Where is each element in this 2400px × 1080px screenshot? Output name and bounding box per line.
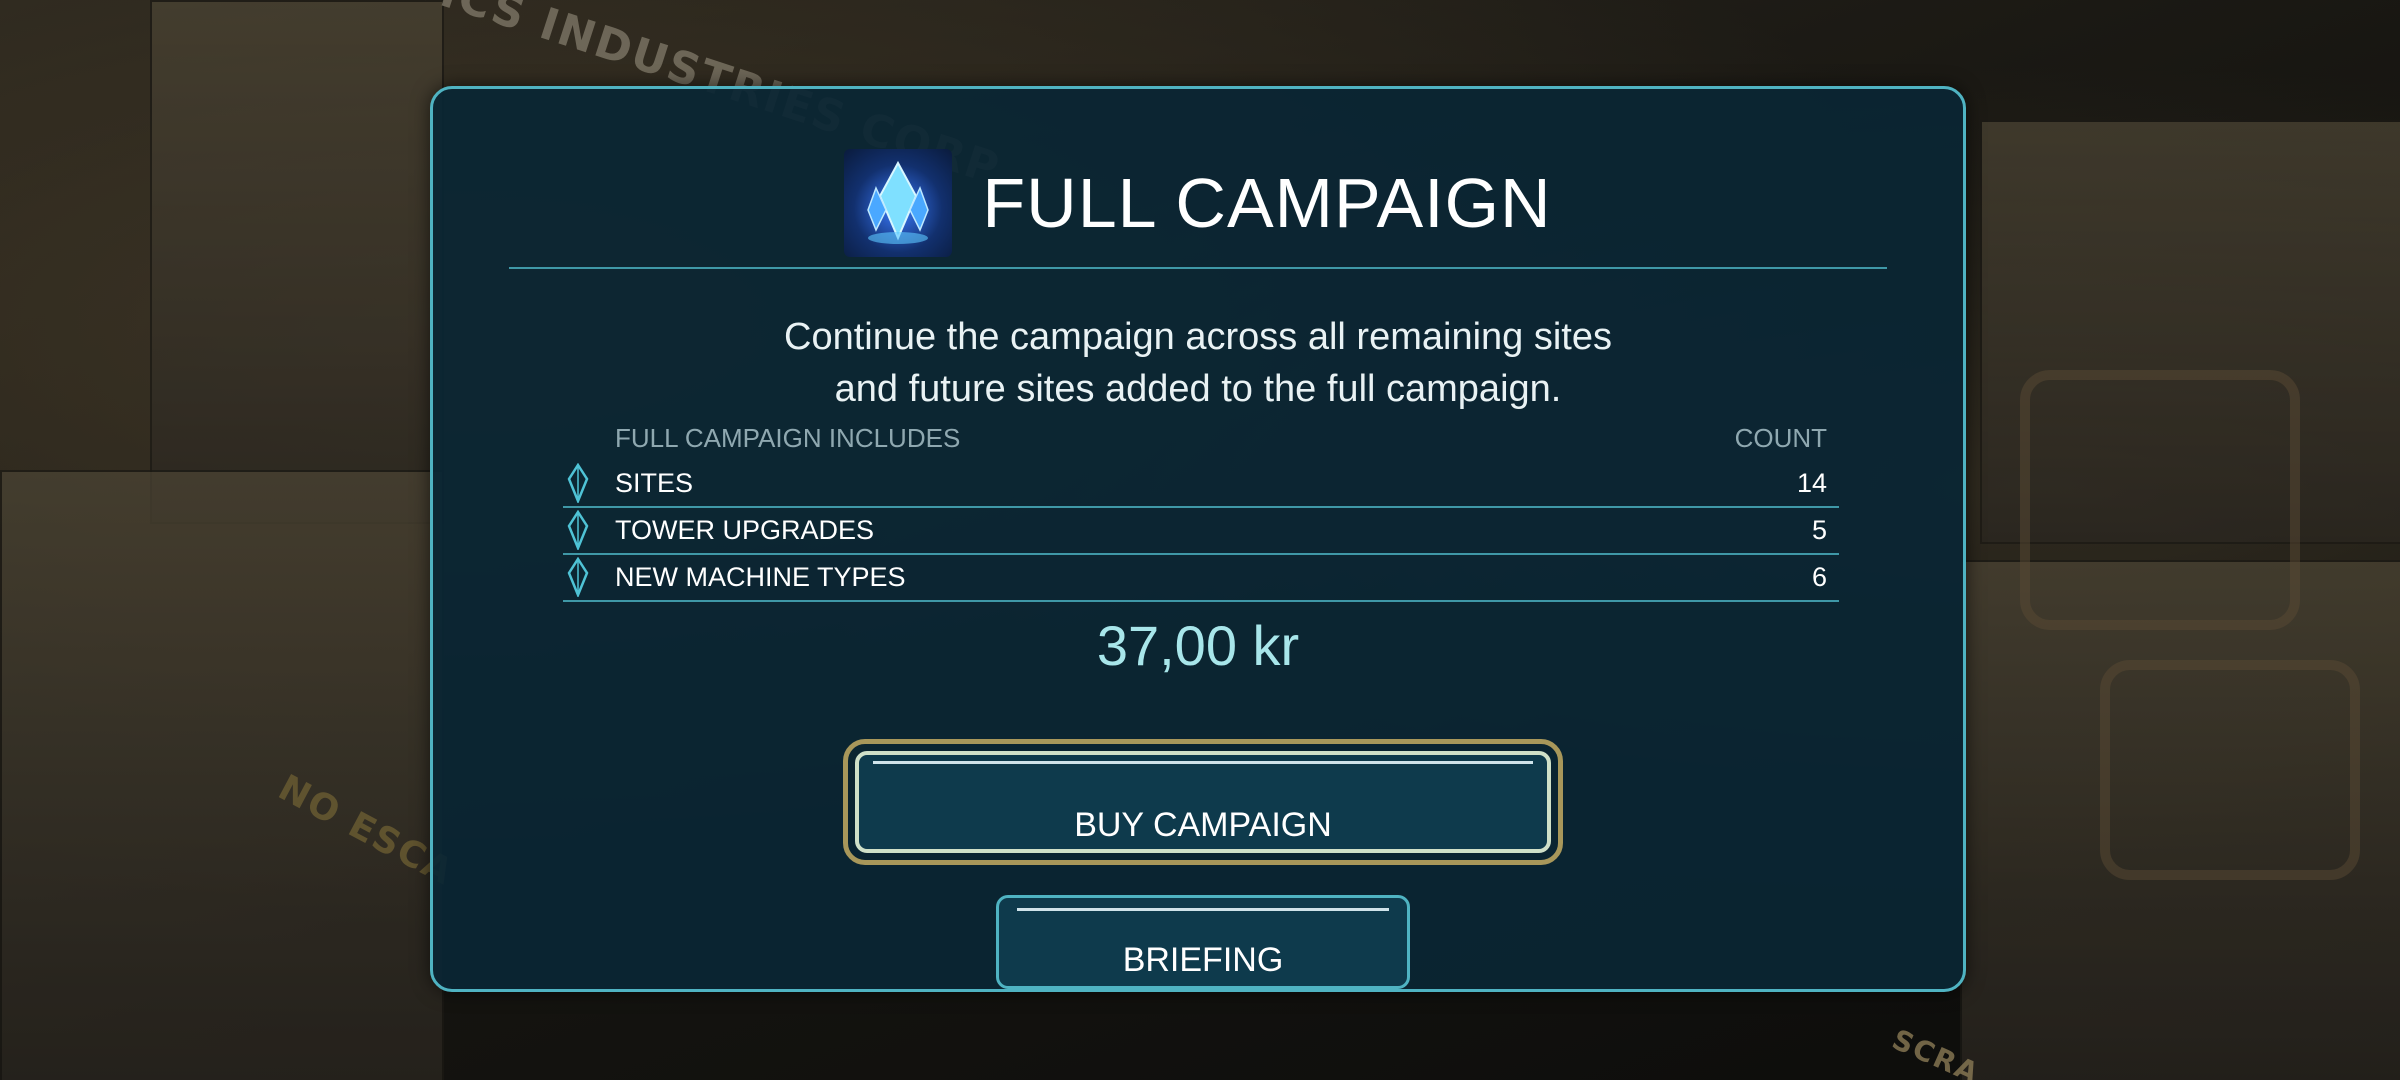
- row-label: TOWER UPGRADES: [615, 515, 875, 545]
- crystal-gem-icon: [567, 510, 589, 550]
- dialog-title: FULL CAMPAIGN: [982, 164, 1552, 242]
- description-line: and future sites added to the full campa…: [834, 368, 1562, 410]
- crystal-icon-graphic: [867, 160, 930, 244]
- includes-table: FULL CAMPAIGN INCLUDES COUNT SITES 14 TO…: [563, 415, 1839, 602]
- pipe: [2020, 370, 2300, 630]
- buy-button-highlight: BUY CAMPAIGN: [843, 739, 1563, 865]
- crystal-gem-icon: [567, 557, 589, 597]
- table-header: FULL CAMPAIGN INCLUDES COUNT: [563, 415, 1839, 461]
- table-row: SITES 14: [563, 461, 1839, 508]
- factory-building: [150, 0, 444, 524]
- header-label: FULL CAMPAIGN INCLUDES: [615, 423, 961, 453]
- crystal-icon: [844, 149, 953, 257]
- campaign-dialog: FULL CAMPAIGN Continue the campaign acro…: [430, 86, 1966, 992]
- buy-campaign-button[interactable]: BUY CAMPAIGN: [855, 751, 1551, 853]
- table-row: TOWER UPGRADES 5: [563, 508, 1839, 555]
- row-label: NEW MACHINE TYPES: [615, 562, 906, 592]
- description-line: Continue the campaign across all remaini…: [784, 316, 1612, 358]
- price-label: 37,00 kr: [1096, 614, 1300, 677]
- table-row: NEW MACHINE TYPES 6: [563, 555, 1839, 602]
- factory-wall: [0, 470, 444, 1080]
- pipe: [2100, 660, 2360, 880]
- dialog-description: Continue the campaign across all remaini…: [433, 311, 1963, 415]
- dialog-header: FULL CAMPAIGN: [509, 139, 1887, 269]
- row-count: 6: [1811, 562, 1827, 592]
- header-count: COUNT: [1734, 423, 1827, 453]
- row-count: 14: [1796, 468, 1827, 498]
- row-label: SITES: [615, 468, 694, 498]
- briefing-button[interactable]: BRIEFING: [996, 895, 1410, 989]
- row-count: 5: [1811, 515, 1827, 545]
- crystal-gem-icon: [567, 463, 589, 503]
